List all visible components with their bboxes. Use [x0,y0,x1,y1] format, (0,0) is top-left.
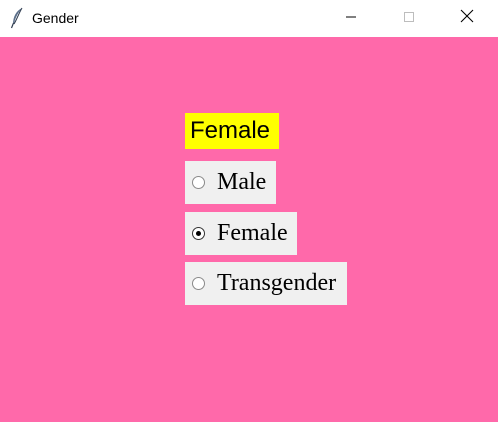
radio-indicator[interactable] [192,277,205,290]
maximize-button[interactable] [386,0,432,37]
selected-gender-label: Female [185,113,279,149]
minimize-button[interactable] [328,0,374,37]
maximize-icon [403,10,415,28]
radio-transgender[interactable]: Transgender [185,262,347,305]
app-window: Gender Female Male Female Transgender [0,0,498,422]
title-bar[interactable]: Gender [0,0,498,37]
radio-indicator[interactable] [192,176,205,189]
radio-label: Transgender [217,270,337,296]
close-button[interactable] [444,0,490,37]
radio-label: Male [217,169,267,195]
radio-female[interactable]: Female [185,212,297,255]
radio-male[interactable]: Male [185,161,276,204]
radio-indicator[interactable] [192,227,205,240]
window-title: Gender [32,10,79,26]
minimize-icon [345,10,357,28]
close-icon [460,9,474,28]
radio-label: Female [217,220,288,246]
feather-icon [9,7,25,29]
main-panel: Female Male Female Transgender [0,37,498,422]
